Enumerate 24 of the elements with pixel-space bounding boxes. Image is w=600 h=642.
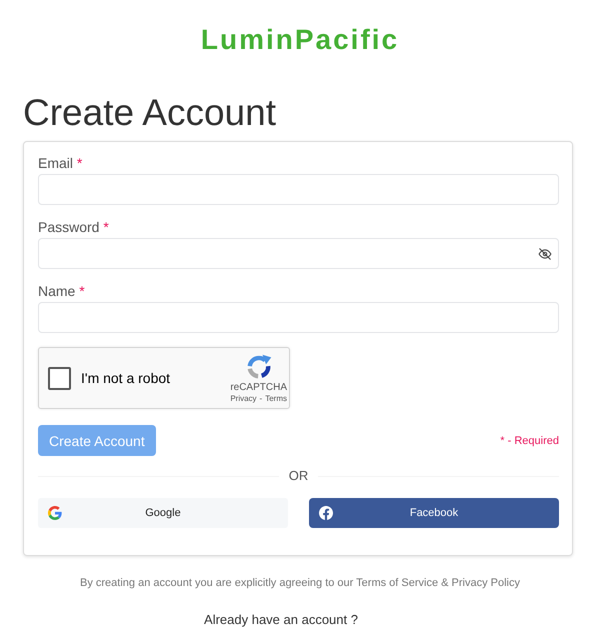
or-divider: OR bbox=[288, 468, 308, 484]
field-label: Email * bbox=[38, 154, 82, 172]
password-field[interactable] bbox=[38, 238, 559, 269]
captcha-label: I'm not a robot bbox=[81, 370, 170, 386]
facebook-button[interactable]: Facebook bbox=[309, 498, 559, 528]
privacy-link[interactable]: Privacy bbox=[230, 394, 257, 404]
terms-link[interactable]: Terms bbox=[265, 394, 287, 404]
input-field[interactable] bbox=[38, 174, 559, 205]
field-label: Password * bbox=[38, 218, 109, 236]
terms-notice: By creating an account you are explicitly agreeing to our Terms of Service & Privacy Policy bbox=[80, 576, 520, 590]
captcha-brand: reCAPTCHA bbox=[230, 382, 287, 394]
captcha-checkbox[interactable] bbox=[48, 366, 71, 390]
signin-prompt: Already have an account ? bbox=[204, 612, 358, 628]
circular-arrows-icon bbox=[244, 352, 273, 380]
google-g-icon bbox=[48, 506, 62, 520]
google-button[interactable]: Google bbox=[38, 498, 288, 528]
field-label: Name * bbox=[38, 282, 85, 300]
link-separator: - bbox=[260, 394, 262, 404]
input-field[interactable] bbox=[38, 302, 559, 333]
facebook-f-icon bbox=[319, 506, 333, 520]
brand-logo: LuminPacific bbox=[200, 25, 400, 55]
hidden-eye-icon[interactable] bbox=[538, 246, 552, 260]
page-title: Create Account bbox=[23, 91, 276, 134]
required-note: * - Required bbox=[500, 434, 559, 446]
